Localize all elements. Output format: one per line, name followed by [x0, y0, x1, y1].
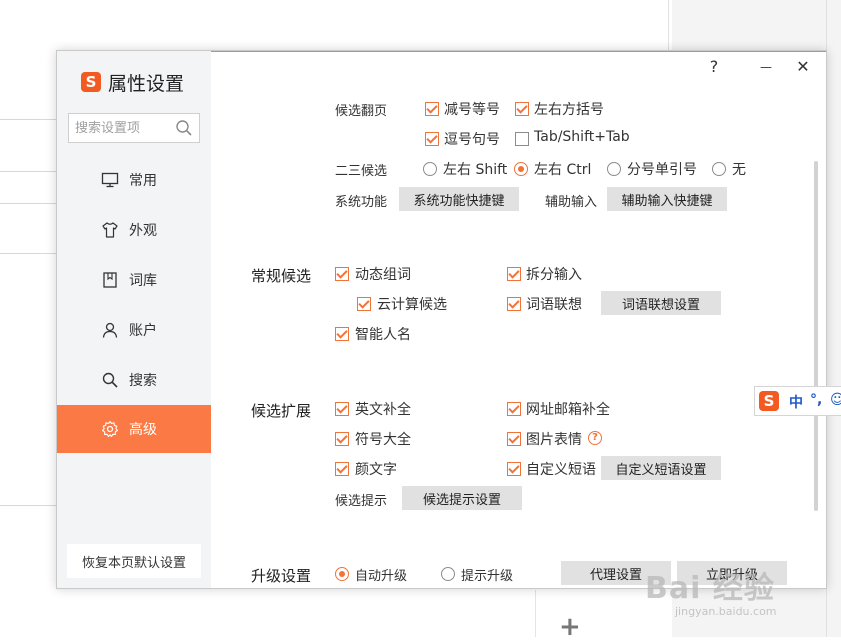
sidebar-item-appearance[interactable]: 外观	[57, 206, 211, 254]
watermark: Bai 经验 jingyan.baidu.com	[645, 545, 835, 625]
option-label: 符号大全	[355, 432, 411, 448]
candidate-hint-label: 候选提示	[335, 494, 388, 509]
option-label: 无	[732, 162, 746, 178]
settings-content: 候选翻页 减号等号 左右方括号 逗号句号 Tab/Shift+Tab 二三候选 …	[211, 51, 826, 588]
search-icon	[102, 372, 118, 388]
search-box[interactable]	[68, 113, 200, 143]
checkbox-comma-period[interactable]	[425, 132, 439, 146]
word-association-settings-button[interactable]: 词语联想设置	[601, 291, 721, 315]
option-label: 逗号句号	[444, 132, 500, 148]
sidebar-item-common[interactable]: 常用	[57, 156, 211, 204]
monitor-icon	[101, 172, 119, 188]
option-label: 动态组词	[355, 267, 411, 283]
sidebar-item-search[interactable]: 搜索	[57, 356, 211, 404]
option-label: 左右 Ctrl	[534, 162, 592, 178]
checkbox-dynamic-words[interactable]	[335, 267, 349, 281]
checkbox-symbols[interactable]	[335, 432, 349, 446]
system-function-label: 系统功能	[335, 195, 388, 210]
watermark-logo: Bai 经验	[645, 571, 775, 606]
search-icon[interactable]	[175, 119, 193, 137]
checkbox-custom-phrases[interactable]	[507, 462, 521, 476]
checkbox-split-input[interactable]	[507, 267, 521, 281]
reset-defaults-button[interactable]: 恢复本页默认设置	[67, 544, 201, 578]
bg-divider	[0, 203, 56, 204]
search-input[interactable]	[69, 114, 173, 142]
dialog-title: 属性设置	[108, 73, 185, 95]
help-icon[interactable]: ?	[588, 431, 602, 445]
option-label: 减号等号	[444, 102, 500, 118]
aux-hotkey-button[interactable]: 辅助输入快捷键	[607, 187, 727, 211]
checkbox-kaomoji[interactable]	[335, 462, 349, 476]
option-label: 英文补全	[355, 402, 411, 418]
regular-candidates-title: 常规候选	[251, 267, 312, 285]
user-icon	[102, 322, 118, 338]
system-hotkey-button[interactable]: 系统功能快捷键	[399, 187, 519, 211]
emoji-icon[interactable]: ☺	[830, 392, 841, 408]
option-label: 自定义短语	[526, 462, 596, 478]
sidebar-item-advanced[interactable]: 高级	[57, 405, 211, 453]
radio-prompt-upgrade[interactable]	[441, 567, 455, 581]
option-label: 词语联想	[526, 297, 582, 313]
sidebar-item-dictionary[interactable]: 词库	[57, 256, 211, 304]
upgrade-settings-title: 升级设置	[251, 567, 312, 585]
option-label: 图片表情	[526, 432, 582, 448]
checkbox-brackets[interactable]	[515, 102, 529, 116]
bg-divider	[0, 505, 56, 506]
option-label: 左右方括号	[534, 102, 604, 118]
gear-icon	[101, 420, 119, 438]
candidate-page-label: 候选翻页	[335, 104, 388, 119]
option-label: 网址邮箱补全	[526, 402, 610, 418]
checkbox-url-email-completion[interactable]	[507, 402, 521, 416]
bg-divider	[0, 171, 56, 172]
settings-dialog: S 属性设置 常用 外观	[56, 50, 827, 589]
sidebar-item-label: 词库	[129, 273, 157, 289]
candidate-hint-settings-button[interactable]: 候选提示设置	[402, 486, 522, 510]
checkbox-cloud-candidates[interactable]	[357, 297, 371, 311]
option-label: 智能人名	[355, 327, 411, 343]
checkbox-smart-names[interactable]	[335, 327, 349, 341]
candidate-expand-title: 候选扩展	[251, 402, 312, 420]
bg-divider	[0, 119, 56, 120]
custom-phrase-settings-button[interactable]: 自定义短语设置	[601, 456, 721, 480]
checkbox-tab-shift-tab[interactable]	[515, 132, 529, 146]
sidebar-item-label: 高级	[129, 422, 157, 438]
sidebar-item-label: 搜索	[129, 373, 157, 389]
option-label: 云计算候选	[377, 297, 447, 313]
second-third-label: 二三候选	[335, 164, 388, 179]
bg-divider	[668, 0, 669, 50]
option-label: Tab/Shift+Tab	[534, 129, 630, 145]
checkbox-minus-equal[interactable]	[425, 102, 439, 116]
ime-mode-toggle[interactable]: 中	[789, 392, 803, 412]
plus-icon[interactable]: +	[559, 614, 581, 640]
sidebar-item-label: 账户	[129, 323, 157, 339]
sidebar-item-label: 常用	[129, 173, 157, 189]
radio-auto-upgrade[interactable]	[335, 567, 349, 581]
option-label: 颜文字	[355, 462, 397, 478]
book-icon	[103, 272, 117, 288]
ime-punctuation-toggle[interactable]: °,	[810, 392, 822, 408]
bg-divider	[0, 253, 56, 254]
aux-input-label: 辅助输入	[545, 195, 598, 210]
sogou-logo-icon: S	[81, 72, 101, 92]
sidebar-item-account[interactable]: 账户	[57, 306, 211, 354]
watermark-url: jingyan.baidu.com	[675, 605, 777, 618]
option-label: 左右 Shift	[443, 162, 508, 178]
radio-semicolon-quote[interactable]	[607, 162, 621, 176]
option-label: 拆分输入	[526, 267, 582, 283]
option-label: 提示升级	[461, 569, 514, 584]
radio-none[interactable]	[712, 162, 726, 176]
option-label: 分号单引号	[627, 162, 697, 178]
option-label: 自动升级	[355, 569, 408, 584]
checkbox-english-completion[interactable]	[335, 402, 349, 416]
sogou-logo-icon[interactable]: S	[759, 391, 779, 411]
radio-shift[interactable]	[423, 162, 437, 176]
radio-ctrl[interactable]	[514, 162, 528, 176]
checkbox-word-association[interactable]	[507, 297, 521, 311]
shirt-icon	[102, 222, 118, 238]
sidebar: S 属性设置 常用 外观	[57, 51, 211, 588]
ime-toolbar[interactable]: S 中 °, ☺	[754, 386, 841, 416]
vertical-scrollbar[interactable]	[814, 161, 818, 511]
sidebar-item-label: 外观	[129, 223, 157, 239]
checkbox-image-emoji[interactable]	[507, 432, 521, 446]
